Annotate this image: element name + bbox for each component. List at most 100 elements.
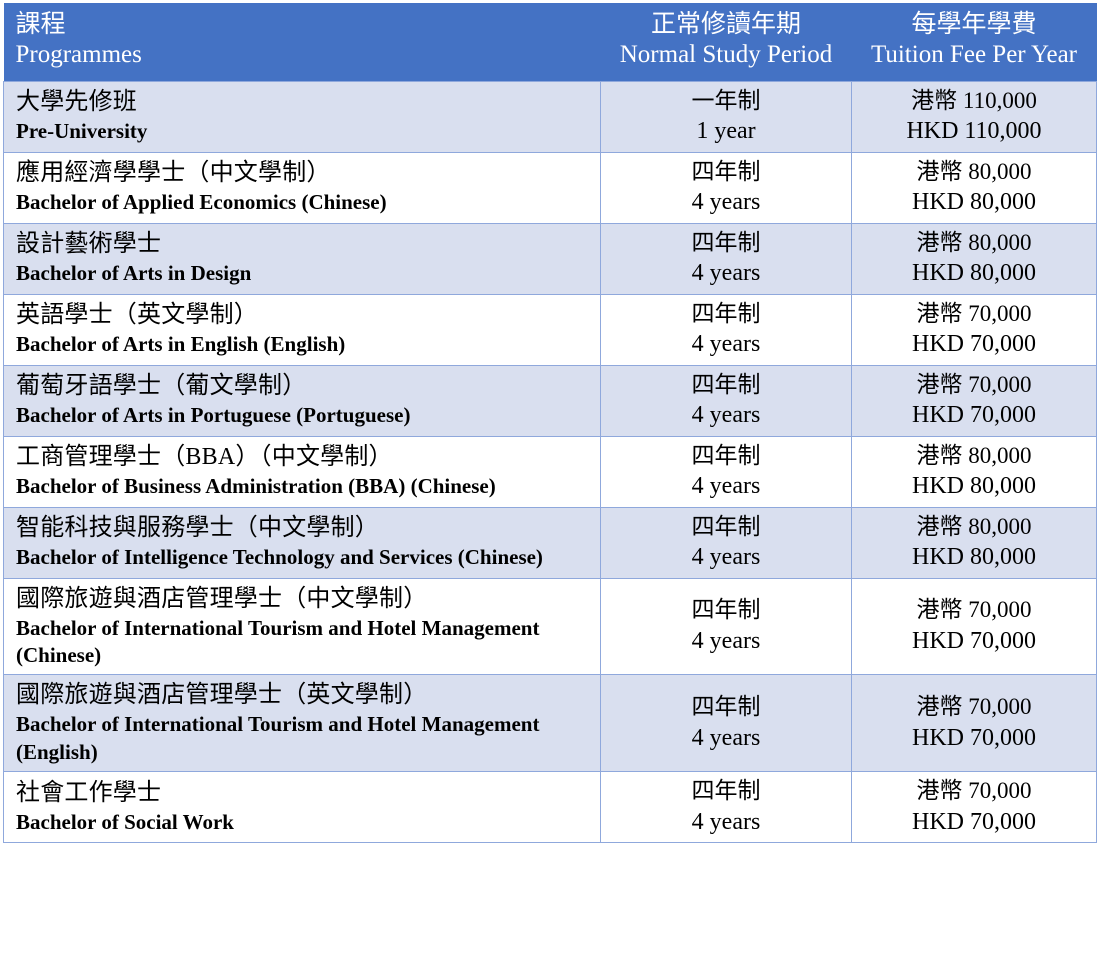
table-row: 國際旅遊與酒店管理學士（英文學制） Bachelor of Internation… [3, 674, 1097, 773]
cell-tuition-fee: 港幣 80,000 HKD 80,000 [851, 435, 1097, 508]
study-period-en: 4 years [691, 544, 761, 571]
tuition-fee-en: HKD 70,000 [912, 724, 1036, 751]
tuition-fee-cn: 港幣 70,000 [916, 371, 1032, 397]
column-header-period-en: Normal Study Period [619, 41, 833, 68]
table-row: 設計藝術學士 Bachelor of Arts in Design 四年制 4 yea… [3, 222, 1097, 295]
cell-programme: 應用經濟學學士（中文學制） Bachelor of Applied Economi… [3, 151, 601, 224]
cell-tuition-fee: 港幣 80,000 HKD 80,000 [851, 506, 1097, 579]
tuition-fee-en: HKD 70,000 [912, 331, 1036, 358]
programme-name-cn: 國際旅遊與酒店管理學士（中文學制） [16, 585, 428, 612]
study-period-en: 4 years [691, 402, 761, 429]
tuition-fee-cn: 港幣 70,000 [916, 694, 1032, 720]
study-period-cn: 四年制 [691, 694, 761, 720]
tuition-fee-en: HKD 80,000 [912, 544, 1036, 571]
tuition-fee-cn: 港幣 80,000 [916, 158, 1032, 184]
programme-name-cn: 應用經濟學學士（中文學制） [16, 160, 331, 187]
programme-name-en: Bachelor of Arts in Portuguese (Portugue… [16, 403, 411, 428]
study-period-en: 4 years [691, 260, 761, 287]
cell-programme: 社會工作學士 Bachelor of Social Work [3, 771, 601, 844]
cell-study-period: 四年制 4 years [600, 674, 852, 773]
table-row: 工商管理學士（BBA）（中文學制） Bachelor of Business Ad… [3, 435, 1097, 508]
programme-name-en: Bachelor of International Tourism and Ho… [16, 615, 540, 667]
table-row: 應用經濟學學士（中文學制） Bachelor of Applied Economi… [3, 151, 1097, 224]
table-body: 大學先修班 Pre-University 一年制 1 year 港幣 110,000 HK… [3, 80, 1097, 844]
study-period-en: 4 years [691, 331, 761, 358]
tuition-fee-en: HKD 80,000 [912, 189, 1036, 216]
study-period-en: 4 years [691, 628, 761, 655]
programme-name-cn: 設計藝術學士 [16, 231, 162, 258]
tuition-fee-en: HKD 70,000 [912, 402, 1036, 429]
cell-programme: 葡萄牙語學士（葡文學制） Bachelor of Arts in Portugue… [3, 364, 601, 437]
cell-tuition-fee: 港幣 110,000 HKD 110,000 [851, 80, 1097, 153]
tuition-fee-table: 課程 Programmes 正常修讀年期 Normal Study Period… [3, 3, 1097, 844]
study-period-cn: 四年制 [691, 158, 761, 184]
cell-programme: 工商管理學士（BBA）（中文學制） Bachelor of Business Ad… [3, 435, 601, 508]
study-period-en: 4 years [691, 724, 761, 751]
cell-study-period: 四年制 4 years [600, 364, 852, 437]
cell-study-period: 一年制 1 year [600, 80, 852, 153]
study-period-en: 1 year [696, 118, 756, 145]
programme-name-cn: 英語學士（英文學制） [16, 302, 258, 329]
cell-study-period: 四年制 4 years [600, 151, 852, 224]
study-period-en: 4 years [691, 189, 761, 216]
header-row: 課程 Programmes 正常修讀年期 Normal Study Period… [3, 3, 1097, 81]
study-period-en: 4 years [691, 808, 761, 835]
cell-tuition-fee: 港幣 70,000 HKD 70,000 [851, 771, 1097, 844]
table-row: 國際旅遊與酒店管理學士（中文學制） Bachelor of Internation… [3, 577, 1097, 676]
programme-name-en: Bachelor of Arts in Design [16, 261, 252, 286]
tuition-fee-en: HKD 80,000 [912, 260, 1036, 287]
study-period-cn: 一年制 [691, 87, 761, 113]
column-header-fee-cn: 每學年學費 [911, 11, 1037, 38]
study-period-cn: 四年制 [691, 513, 761, 539]
programme-name-cn: 國際旅遊與酒店管理學士（英文學制） [16, 682, 428, 709]
programme-name-en: Bachelor of Applied Economics (Chinese) [16, 190, 387, 215]
tuition-fee-cn: 港幣 80,000 [916, 513, 1032, 539]
programme-name-en: Bachelor of Arts in English (English) [16, 332, 346, 357]
column-header-programmes: 課程 Programmes [3, 3, 601, 81]
table-row: 英語學士（英文學制） Bachelor of Arts in English (E… [3, 293, 1097, 366]
study-period-cn: 四年制 [691, 300, 761, 326]
cell-study-period: 四年制 4 years [600, 577, 852, 676]
cell-tuition-fee: 港幣 70,000 HKD 70,000 [851, 364, 1097, 437]
programme-name-cn: 工商管理學士（BBA）（中文學制） [16, 444, 393, 471]
table-row: 大學先修班 Pre-University 一年制 1 year 港幣 110,000 HK… [3, 80, 1097, 153]
cell-tuition-fee: 港幣 80,000 HKD 80,000 [851, 151, 1097, 224]
study-period-en: 4 years [691, 473, 761, 500]
programme-name-en: Bachelor of Business Administration (BBA… [16, 474, 496, 499]
tuition-fee-en: HKD 70,000 [912, 808, 1036, 835]
study-period-cn: 四年制 [691, 442, 761, 468]
programme-name-cn: 智能科技與服務學士（中文學制） [16, 515, 379, 542]
tuition-fee-en: HKD 80,000 [912, 473, 1036, 500]
cell-tuition-fee: 港幣 70,000 HKD 70,000 [851, 577, 1097, 676]
cell-study-period: 四年制 4 years [600, 293, 852, 366]
cell-programme: 英語學士（英文學制） Bachelor of Arts in English (E… [3, 293, 601, 366]
study-period-cn: 四年制 [691, 229, 761, 255]
tuition-fee-cn: 港幣 80,000 [916, 442, 1032, 468]
table-row: 智能科技與服務學士（中文學制） Bachelor of Intelligence … [3, 506, 1097, 579]
column-header-period-cn: 正常修讀年期 [650, 11, 801, 38]
column-header-programmes-en: Programmes [15, 41, 142, 68]
tuition-fee-cn: 港幣 70,000 [916, 300, 1032, 326]
programme-name-cn: 葡萄牙語學士（葡文學制） [16, 373, 307, 400]
study-period-cn: 四年制 [691, 597, 761, 623]
column-header-programmes-cn: 課程 [15, 11, 66, 38]
tuition-fee-cn: 港幣 80,000 [916, 229, 1032, 255]
programme-name-cn: 大學先修班 [16, 89, 137, 116]
table-header: 課程 Programmes 正常修讀年期 Normal Study Period… [3, 3, 1097, 81]
tuition-fee-cn: 港幣 70,000 [916, 778, 1032, 804]
column-header-normal-study-period: 正常修讀年期 Normal Study Period [600, 3, 852, 81]
cell-study-period: 四年制 4 years [600, 435, 852, 508]
cell-programme: 智能科技與服務學士（中文學制） Bachelor of Intelligence … [3, 506, 601, 579]
cell-programme: 國際旅遊與酒店管理學士（中文學制） Bachelor of Internation… [3, 577, 601, 676]
column-header-fee-en: Tuition Fee Per Year [870, 41, 1078, 68]
programme-name-en: Bachelor of International Tourism and Ho… [16, 712, 540, 764]
programme-name-en: Pre-University [16, 119, 148, 144]
table-row: 葡萄牙語學士（葡文學制） Bachelor of Arts in Portugue… [3, 364, 1097, 437]
cell-tuition-fee: 港幣 70,000 HKD 70,000 [851, 293, 1097, 366]
cell-programme: 大學先修班 Pre-University [3, 80, 601, 153]
study-period-cn: 四年制 [691, 778, 761, 804]
cell-tuition-fee: 港幣 80,000 HKD 80,000 [851, 222, 1097, 295]
programme-name-cn: 社會工作學士 [16, 779, 162, 806]
cell-study-period: 四年制 4 years [600, 771, 852, 844]
cell-tuition-fee: 港幣 70,000 HKD 70,000 [851, 674, 1097, 773]
